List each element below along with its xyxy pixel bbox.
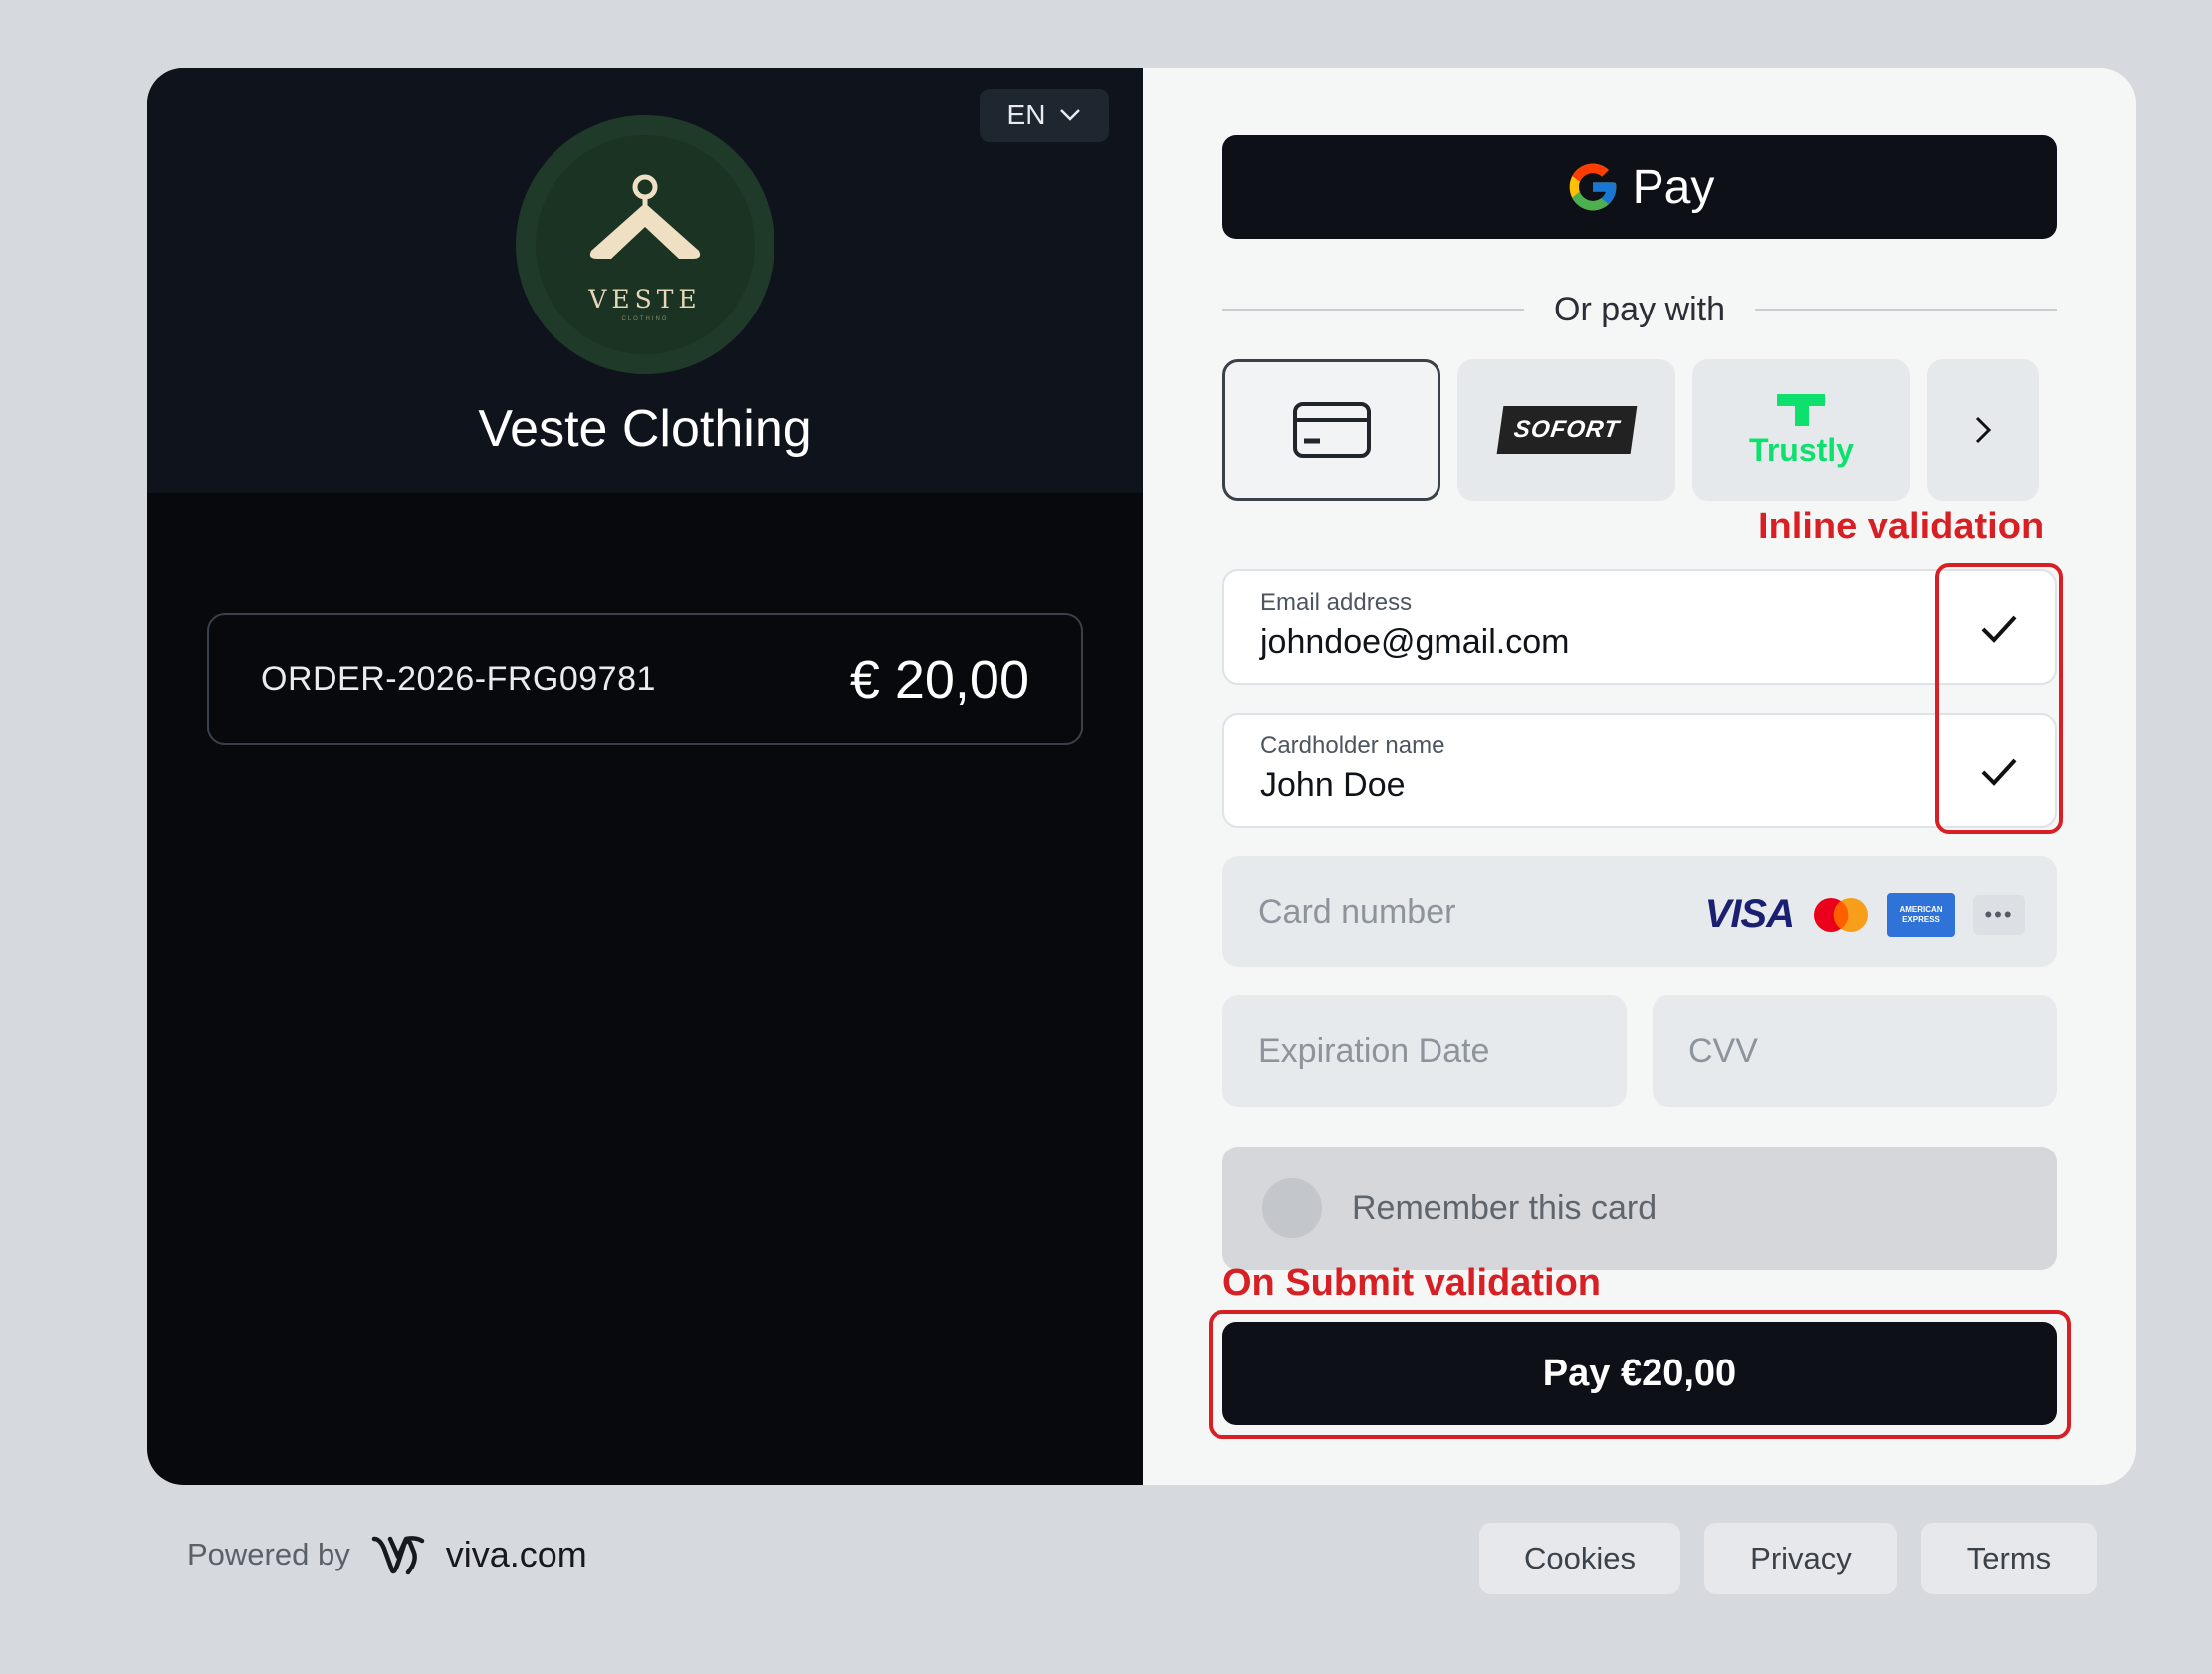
cvv-placeholder: CVV — [1688, 1031, 1758, 1070]
trustly-icon — [1777, 393, 1826, 426]
cardholder-field[interactable]: Cardholder name John Doe — [1222, 713, 2057, 828]
or-pay-with-divider: Or pay with — [1222, 285, 2058, 334]
email-value: johndoe@gmail.com — [1260, 623, 1570, 661]
sofort-logo: SOFORT — [1496, 406, 1637, 454]
chevron-right-icon — [1975, 416, 1992, 444]
viva-brand: viva.com — [445, 1534, 587, 1574]
inline-validation-annotation: Inline validation — [1758, 506, 2045, 547]
expiration-date-input[interactable]: Expiration Date — [1222, 995, 1627, 1107]
visa-logo: VISA — [1704, 892, 1795, 936]
order-id: ORDER-2026-FRG09781 — [261, 660, 656, 698]
cardholder-value: John Doe — [1260, 766, 1406, 804]
cardholder-label: Cardholder name — [1260, 732, 1445, 759]
google-pay-button[interactable]: Pay — [1222, 135, 2057, 239]
amex-logo: AMERICAN EXPRESS — [1887, 892, 1955, 937]
remember-card-toggle[interactable]: Remember this card — [1222, 1147, 2057, 1270]
privacy-link[interactable]: Privacy — [1704, 1523, 1897, 1594]
submit-validation-annotation: On Submit validation — [1222, 1262, 1602, 1304]
merchant-header: EN VESTE CLOTHING Veste Clothing — [147, 68, 1143, 493]
method-sofort[interactable]: SOFORT — [1457, 359, 1675, 501]
order-summary-box: ORDER-2026-FRG09781 € 20,00 — [207, 613, 1083, 745]
trustly-label: Trustly — [1749, 431, 1854, 468]
more-methods-button[interactable] — [1927, 359, 2039, 501]
remember-label: Remember this card — [1352, 1188, 1658, 1227]
card-brands: VISA AMERICAN EXPRESS ••• — [1705, 892, 2025, 937]
order-amount: € 20,00 — [849, 649, 1029, 710]
powered-by-label: Powered by — [187, 1537, 350, 1571]
submit-validation-highlight — [1209, 1310, 2071, 1439]
checkout-card: EN VESTE CLOTHING Veste Clothing ORDER-2… — [147, 68, 2136, 1485]
merchant-name: Veste Clothing — [478, 400, 812, 458]
expiration-placeholder: Expiration Date — [1258, 1031, 1490, 1070]
payment-methods: SOFORT Trustly — [1222, 359, 2057, 501]
payment-panel: Pay Or pay with SOFORT Trustly Inline va… — [1143, 68, 2136, 1485]
inline-validation-highlight — [1935, 563, 2063, 834]
divider-text: Or pay with — [1554, 290, 1725, 328]
language-label: EN — [1006, 100, 1046, 130]
chevron-down-icon — [1060, 109, 1081, 121]
card-number-input[interactable]: Card number VISA AMERICAN EXPRESS ••• — [1222, 856, 2057, 967]
google-g-icon — [1569, 163, 1616, 211]
card-number-placeholder: Card number — [1258, 892, 1456, 931]
hanger-icon — [589, 174, 701, 259]
viva-logo-icon — [371, 1536, 424, 1575]
more-brands-icon: ••• — [1973, 894, 2025, 935]
credit-card-icon — [1292, 402, 1371, 458]
powered-by: Powered by viva.com — [187, 1533, 587, 1576]
merchant-logo: VESTE CLOTHING — [516, 115, 774, 374]
logo-wordmark: VESTE — [588, 285, 702, 314]
logo-subtext: CLOTHING — [621, 316, 669, 322]
email-field[interactable]: Email address johndoe@gmail.com — [1222, 569, 2057, 685]
cvv-input[interactable]: CVV — [1653, 995, 2057, 1107]
terms-link[interactable]: Terms — [1921, 1523, 2097, 1594]
language-selector[interactable]: EN — [980, 89, 1109, 142]
mastercard-icon — [1814, 897, 1868, 932]
email-label: Email address — [1260, 589, 1413, 616]
cookies-link[interactable]: Cookies — [1479, 1523, 1680, 1594]
method-card[interactable] — [1222, 359, 1440, 501]
google-pay-label: Pay — [1632, 160, 1715, 214]
method-trustly[interactable]: Trustly — [1692, 359, 1910, 501]
order-summary-panel: EN VESTE CLOTHING Veste Clothing ORDER-2… — [147, 68, 1143, 1485]
toggle-icon — [1262, 1178, 1322, 1238]
